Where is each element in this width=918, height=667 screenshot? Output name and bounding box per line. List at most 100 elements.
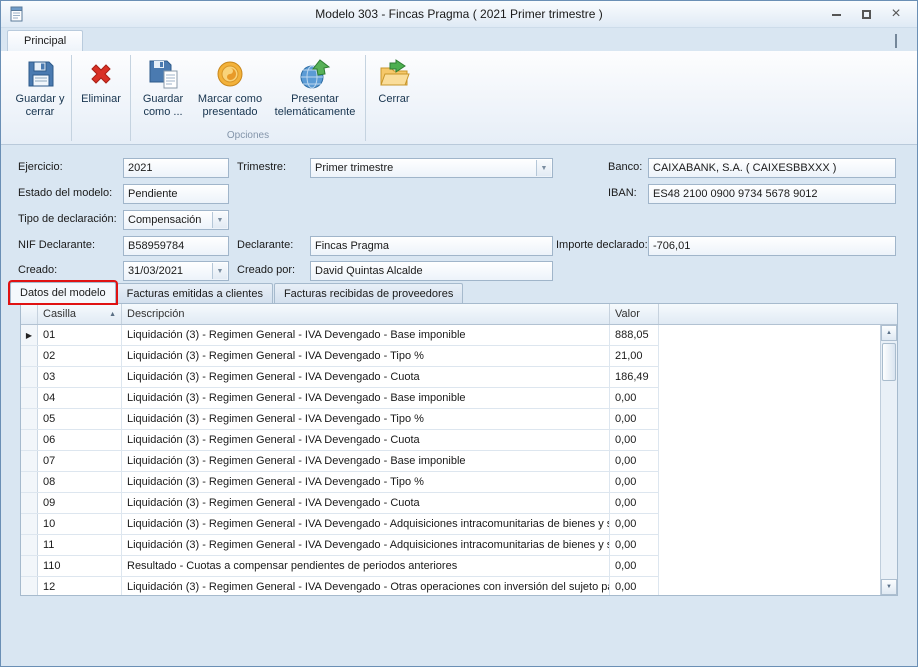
column-header-descripcion[interactable]: Descripción — [122, 304, 610, 324]
grid-rows: ▶01Liquidación (3) - Regimen General - I… — [21, 325, 897, 596]
scrollbar-thumb[interactable] — [882, 343, 896, 381]
tab-principal-label: Principal — [24, 35, 66, 47]
declarante-label: Declarante: — [237, 239, 293, 253]
tab-datos-del-modelo[interactable]: Datos del modelo — [10, 282, 116, 303]
app-window: Modelo 303 - Fincas Pragma ( 2021 Primer… — [0, 0, 918, 667]
tipo-declaracion-field[interactable]: Compensación ▼ — [123, 210, 229, 230]
table-row[interactable]: 02Liquidación (3) - Regimen General - IV… — [21, 346, 659, 367]
guardar-y-cerrar-button[interactable]: Guardar y cerrar — [12, 52, 68, 129]
cell-valor: 0,00 — [610, 472, 659, 492]
ribbon-group-save-close: Guardar y cerrar — [11, 52, 69, 144]
iban-value: ES48 2100 0900 9734 5678 9012 — [653, 188, 818, 200]
presentar-telematicamente-label: Presentar telemáticamente — [270, 93, 360, 119]
row-indicator — [21, 367, 38, 387]
guardar-como-button[interactable]: Guardar como ... — [134, 52, 192, 129]
table-row[interactable]: 110Resultado - Cuotas a compensar pendie… — [21, 556, 659, 577]
marcar-como-presentado-button[interactable]: Marcar como presentado — [192, 52, 268, 129]
cell-casilla: 09 — [38, 493, 122, 513]
declarante-field[interactable]: Fincas Pragma — [310, 236, 553, 256]
cell-valor: 0,00 — [610, 514, 659, 534]
table-row[interactable]: 06Liquidación (3) - Regimen General - IV… — [21, 430, 659, 451]
column-header-casilla[interactable]: Casilla ▲ — [38, 304, 122, 324]
cell-descripcion: Liquidación (3) - Regimen General - IVA … — [122, 409, 610, 429]
maximize-button[interactable] — [859, 7, 873, 21]
creado-label: Creado: — [18, 264, 57, 278]
cell-descripcion: Liquidación (3) - Regimen General - IVA … — [122, 451, 610, 471]
ejercicio-field[interactable]: 2021 — [123, 158, 229, 178]
column-header-casilla-label: Casilla — [43, 308, 76, 320]
cell-casilla: 11 — [38, 535, 122, 555]
save-icon — [24, 58, 56, 90]
eliminar-button[interactable]: Eliminar — [75, 52, 127, 129]
ribbon-collapse-button[interactable] — [895, 36, 905, 44]
row-indicator: ▶ — [21, 325, 38, 345]
tipo-declaracion-dropdown-button[interactable]: ▼ — [212, 212, 227, 228]
row-indicator — [21, 346, 38, 366]
table-row[interactable]: 10Liquidación (3) - Regimen General - IV… — [21, 514, 659, 535]
grid-header-indicator — [21, 304, 38, 324]
cell-casilla: 01 — [38, 325, 122, 345]
table-row[interactable]: 08Liquidación (3) - Regimen General - IV… — [21, 472, 659, 493]
cell-descripcion: Liquidación (3) - Regimen General - IVA … — [122, 325, 610, 345]
trimestre-label: Trimestre: — [237, 161, 286, 175]
cell-casilla: 07 — [38, 451, 122, 471]
row-indicator — [21, 493, 38, 513]
iban-field[interactable]: ES48 2100 0900 9734 5678 9012 — [648, 184, 896, 204]
table-row[interactable]: 05Liquidación (3) - Regimen General - IV… — [21, 409, 659, 430]
trimestre-dropdown-button[interactable]: ▼ — [536, 160, 551, 176]
tab-principal[interactable]: Principal — [7, 30, 83, 51]
vertical-scrollbar[interactable]: ▲ ▼ — [880, 325, 897, 595]
cell-casilla: 03 — [38, 367, 122, 387]
trimestre-field[interactable]: Primer trimestre ▼ — [310, 158, 553, 178]
tab-facturas-recibidas[interactable]: Facturas recibidas de proveedores — [274, 283, 463, 303]
column-header-valor[interactable]: Valor — [610, 304, 659, 324]
cell-descripcion: Liquidación (3) - Regimen General - IVA … — [122, 367, 610, 387]
form-area: Ejercicio: 2021 Trimestre: Primer trimes… — [1, 145, 917, 282]
cell-valor: 0,00 — [610, 388, 659, 408]
estado-label: Estado del modelo: — [18, 187, 112, 201]
tab-facturas-emitidas-label: Facturas emitidas a clientes — [127, 288, 263, 300]
table-row[interactable]: 12Liquidación (3) - Regimen General - IV… — [21, 577, 659, 596]
estado-field[interactable]: Pendiente — [123, 184, 229, 204]
cell-casilla: 04 — [38, 388, 122, 408]
scroll-up-button[interactable]: ▲ — [881, 325, 897, 341]
scroll-down-icon: ▼ — [886, 584, 892, 590]
minimize-button[interactable] — [829, 7, 843, 21]
close-icon: × — [891, 7, 900, 21]
table-row[interactable]: 09Liquidación (3) - Regimen General - IV… — [21, 493, 659, 514]
nif-field[interactable]: B58959784 — [123, 236, 229, 256]
ribbon-group-close: Cerrar — [368, 52, 420, 144]
creado-por-value: David Quintas Alcalde — [315, 265, 423, 277]
maximize-icon — [862, 10, 871, 19]
creado-field[interactable]: 31/03/2021 ▼ — [123, 261, 229, 281]
creado-por-field[interactable]: David Quintas Alcalde — [310, 261, 553, 281]
tab-facturas-recibidas-label: Facturas recibidas de proveedores — [284, 288, 453, 300]
delete-x-icon — [85, 58, 117, 90]
cell-descripcion: Liquidación (3) - Regimen General - IVA … — [122, 514, 610, 534]
table-row[interactable]: 11Liquidación (3) - Regimen General - IV… — [21, 535, 659, 556]
creado-dropdown-button[interactable]: ▼ — [212, 263, 227, 279]
row-indicator — [21, 472, 38, 492]
cerrar-button[interactable]: Cerrar — [369, 52, 419, 129]
window-title: Modelo 303 - Fincas Pragma ( 2021 Primer… — [1, 7, 917, 21]
banco-field[interactable]: CAIXABANK, S.A. ( CAIXESBBXXX ) — [648, 158, 896, 178]
scroll-down-button[interactable]: ▼ — [881, 579, 897, 595]
importe-declarado-field[interactable]: -706,01 — [648, 236, 896, 256]
table-row[interactable]: 03Liquidación (3) - Regimen General - IV… — [21, 367, 659, 388]
chevron-down-icon: ▼ — [217, 217, 224, 224]
table-row[interactable]: 07Liquidación (3) - Regimen General - IV… — [21, 451, 659, 472]
cell-valor: 0,00 — [610, 535, 659, 555]
scroll-up-icon: ▲ — [886, 330, 892, 336]
table-row[interactable]: ▶01Liquidación (3) - Regimen General - I… — [21, 325, 659, 346]
tab-facturas-emitidas[interactable]: Facturas emitidas a clientes — [117, 283, 273, 303]
column-header-valor-label: Valor — [615, 308, 640, 320]
column-header-descripcion-label: Descripción — [127, 308, 184, 320]
presentar-telematicamente-button[interactable]: Presentar telemáticamente — [268, 52, 362, 129]
cell-valor: 0,00 — [610, 577, 659, 596]
cell-valor: 0,00 — [610, 493, 659, 513]
close-button[interactable]: × — [889, 7, 903, 21]
table-row[interactable]: 04Liquidación (3) - Regimen General - IV… — [21, 388, 659, 409]
cell-casilla: 02 — [38, 346, 122, 366]
ejercicio-label: Ejercicio: — [18, 161, 63, 175]
grid-panel: Casilla ▲ Descripción Valor ▶01Liquidaci… — [20, 303, 898, 596]
